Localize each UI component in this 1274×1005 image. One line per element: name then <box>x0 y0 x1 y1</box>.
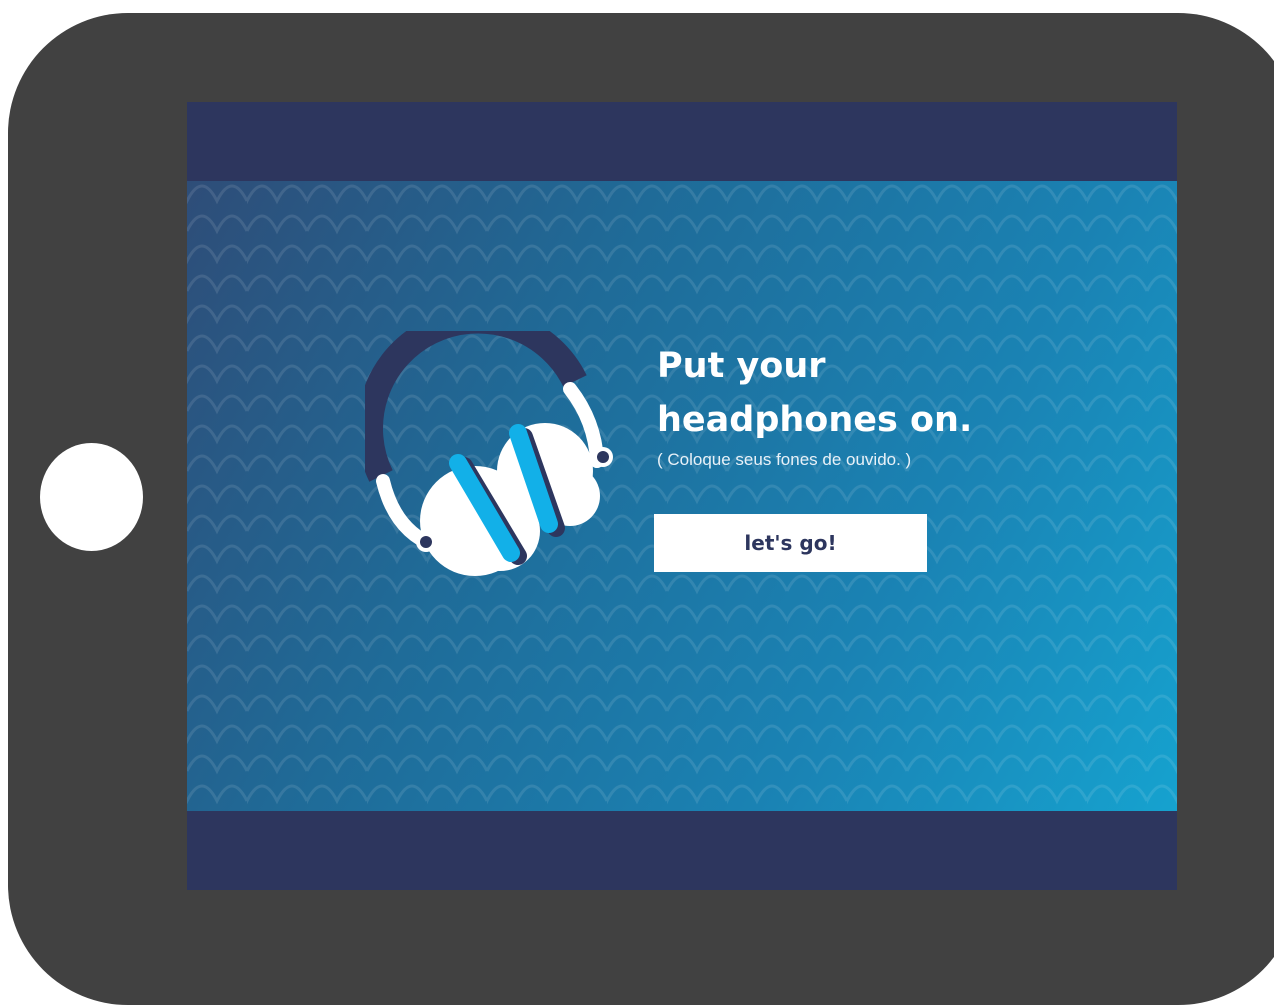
background-pattern <box>187 181 1177 811</box>
title-line-2: headphones on. <box>657 400 973 440</box>
page-title: Put your headphones on. <box>657 339 1137 447</box>
screen: Put your headphones on. ( Coloque seus f… <box>187 102 1177 890</box>
headphones-icon <box>365 331 613 576</box>
title-line-1: Put your <box>657 346 826 386</box>
home-button[interactable] <box>40 443 143 551</box>
lets-go-button[interactable]: let's go! <box>654 514 927 572</box>
tablet-frame: Put your headphones on. ( Coloque seus f… <box>8 13 1274 1005</box>
page-subtitle: ( Coloque seus fones de ouvido. ) <box>657 450 912 469</box>
intro-panel: Put your headphones on. ( Coloque seus f… <box>187 181 1177 811</box>
